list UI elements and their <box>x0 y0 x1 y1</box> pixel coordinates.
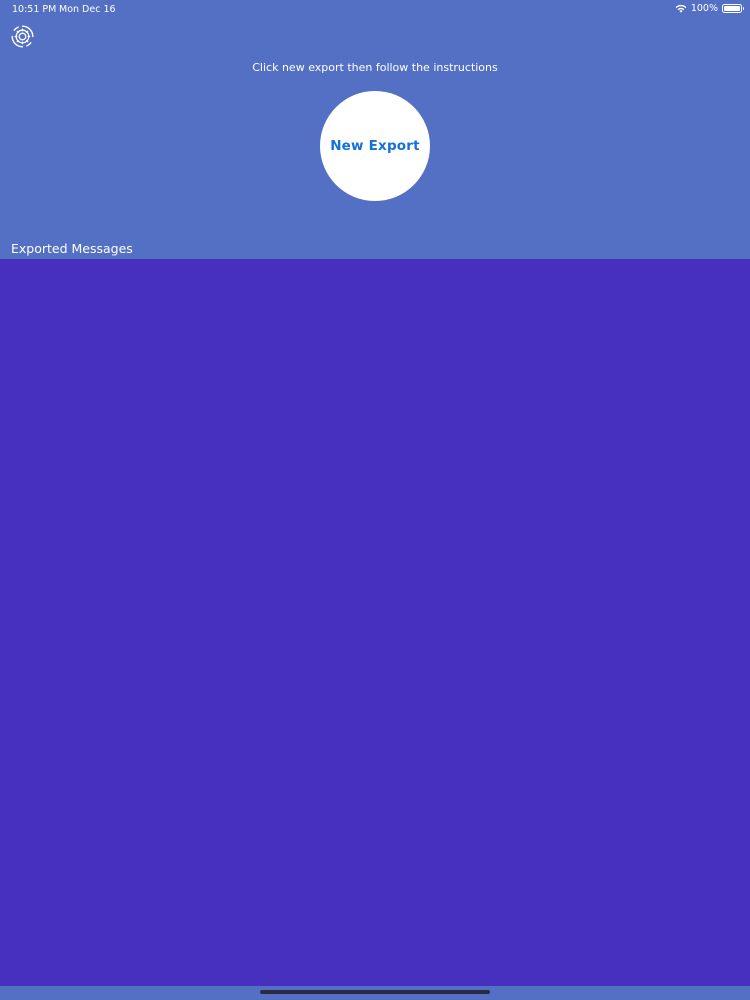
exported-messages-list <box>0 259 750 986</box>
home-indicator[interactable] <box>260 990 490 994</box>
battery-icon <box>722 4 744 13</box>
exported-messages-header: Exported Messages <box>11 241 133 256</box>
app-screen: 10:51 PM Mon Dec 16 100% Click new expor… <box>0 0 750 1000</box>
status-indicators: 100% <box>675 3 744 14</box>
settings-button[interactable] <box>10 24 35 49</box>
wifi-icon <box>675 4 687 13</box>
status-bar: 10:51 PM Mon Dec 16 100% <box>0 0 750 18</box>
battery-percent: 100% <box>690 3 718 14</box>
battery-level <box>724 6 740 11</box>
status-date: Mon Dec 16 <box>59 4 116 15</box>
new-export-button[interactable]: New Export <box>320 91 430 201</box>
gear-icon <box>10 24 35 49</box>
instruction-text: Click new export then follow the instruc… <box>252 61 498 74</box>
status-time: 10:51 PM <box>12 4 57 15</box>
